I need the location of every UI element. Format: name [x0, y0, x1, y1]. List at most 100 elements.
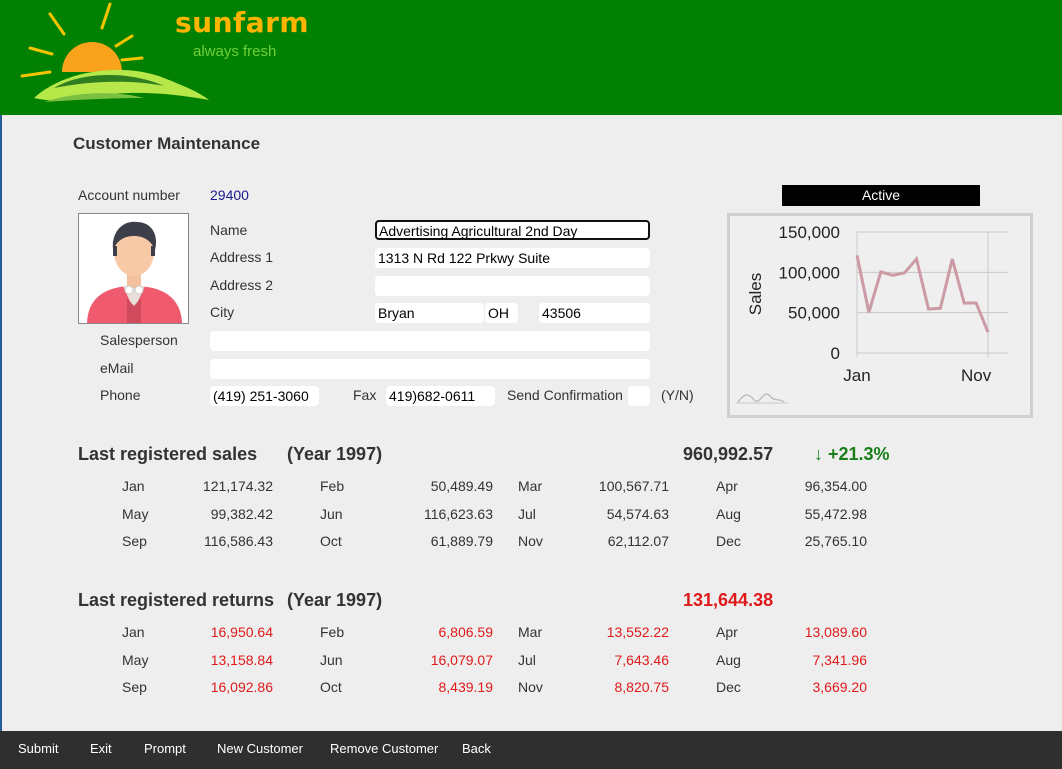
phone-label: Phone: [100, 387, 141, 403]
chart-x-tick-label: Nov: [961, 366, 992, 385]
returns-month-label: Jan: [122, 624, 145, 640]
chart-y-tick-label: 100,000: [779, 263, 840, 282]
send-confirmation-field[interactable]: [628, 386, 650, 406]
returns-month-value: 13,089.60: [804, 624, 867, 640]
person-icon: [79, 214, 188, 323]
back-button[interactable]: Back: [462, 731, 491, 769]
sales-month-label: Apr: [716, 478, 738, 494]
send-confirmation-hint: (Y/N): [661, 387, 694, 403]
phone-field[interactable]: (419) 251-3060: [210, 386, 319, 406]
sales-month-label: Feb: [320, 478, 345, 494]
sales-month-label: Mar: [518, 478, 543, 494]
sales-month-value: 116,623.63: [423, 505, 493, 522]
address2-field[interactable]: [375, 276, 650, 296]
state-field[interactable]: OH: [485, 303, 518, 323]
returns-total: 131,644.38: [683, 590, 774, 610]
sales-month-value: 25,765.10: [804, 533, 867, 549]
returns-month-label: Mar: [518, 624, 543, 640]
returns-month-label: May: [122, 651, 149, 668]
brand-tagline: always fresh: [193, 43, 277, 60]
address2-label: Address 2: [210, 277, 274, 293]
returns-month-label: Sep: [122, 679, 147, 695]
prompt-button[interactable]: Prompt: [144, 731, 186, 769]
brand-name: sunfarm: [175, 6, 310, 39]
sales-section-title: Last registered sales: [78, 444, 258, 464]
returns-month-label: Nov: [518, 679, 543, 695]
returns-month-value: 6,806.59: [438, 624, 494, 640]
returns-month-value: 8,439.19: [438, 679, 494, 695]
sales-month-value: 61,889.79: [430, 533, 493, 549]
returns-month-label: Jul: [518, 651, 536, 668]
page-title: Customer Maintenance: [73, 134, 261, 153]
returns-month-value: 13,158.84: [210, 651, 273, 668]
city-field[interactable]: Bryan: [375, 303, 484, 323]
remove-customer-button[interactable]: Remove Customer: [330, 731, 438, 769]
account-number-value: 29400: [210, 187, 249, 203]
city-label: City: [210, 304, 235, 320]
customer-avatar: [78, 213, 189, 324]
chart-thumbnail-icon: [736, 393, 788, 404]
sales-month-value: 54,574.63: [606, 505, 669, 522]
sales-month-value: 100,567.71: [598, 478, 669, 494]
sales-month-label: May: [122, 505, 149, 522]
sales-month-label: Jan: [122, 478, 145, 494]
returns-year: (Year 1997): [287, 590, 383, 610]
sales-month-value: 99,382.42: [210, 505, 273, 522]
chart-y-tick-label: 50,000: [788, 304, 840, 323]
sales-month-label: Dec: [716, 533, 741, 549]
new-customer-button[interactable]: New Customer: [217, 731, 303, 769]
email-label: eMail: [100, 360, 134, 376]
chart-y-tick-label: 150,000: [779, 223, 840, 242]
email-field[interactable]: [210, 359, 650, 379]
sales-chart: 150,000 100,000 50,000 0 Jan Nov Sales: [727, 213, 1033, 418]
status-badge: Active: [782, 185, 980, 206]
sales-month-value: 50,489.49: [430, 478, 493, 494]
address1-label: Address 1: [210, 249, 274, 265]
sales-month-label: Jun: [320, 505, 343, 522]
app-header: sunfarm always fresh: [0, 0, 1062, 115]
sales-month-label: Oct: [320, 533, 342, 549]
returns-month-value: 13,552.22: [606, 624, 669, 640]
chart-y-tick-label: 0: [831, 344, 840, 363]
sales-series-line: [855, 254, 990, 333]
fax-label: Fax: [353, 387, 377, 403]
name-label: Name: [210, 222, 248, 238]
sales-month-value: 62,112.07: [607, 533, 669, 549]
sales-month-value: 121,174.32: [202, 478, 273, 494]
sales-month-label: Nov: [518, 533, 543, 549]
footer-toolbar: Submit Exit Prompt New Customer Remove C…: [0, 731, 1062, 769]
returns-month-label: Jun: [320, 651, 343, 668]
returns-month-value: 3,669.20: [812, 679, 868, 695]
sales-month-value: 116,586.43: [203, 533, 273, 549]
chart-x-tick-label: Jan: [843, 366, 870, 385]
returns-month-value: 7,341.96: [812, 651, 868, 668]
returns-month-label: Aug: [716, 651, 741, 668]
returns-month-value: 7,643.46: [614, 651, 670, 668]
salesperson-field[interactable]: [210, 331, 650, 351]
returns-month-label: Feb: [320, 624, 345, 640]
returns-month-value: 8,820.75: [614, 679, 670, 695]
sales-total: 960,992.57: [683, 444, 774, 464]
sales-trend: ↓ +21.3%: [814, 444, 890, 464]
sales-month-label: Jul: [518, 505, 536, 522]
sales-chart-svg: 150,000 100,000 50,000 0 Jan Nov Sales: [736, 223, 1008, 404]
name-field[interactable]: Advertising Agricultural 2nd Day: [375, 220, 650, 240]
account-number-label: Account number: [78, 187, 180, 203]
returns-month-label: Dec: [716, 679, 741, 695]
sales-month-label: Aug: [716, 505, 741, 522]
address1-field[interactable]: 1313 N Rd 122 Prkwy Suite: [375, 248, 650, 268]
submit-button[interactable]: Submit: [18, 731, 58, 769]
returns-month-value: 16,950.64: [210, 624, 273, 640]
returns-month-value: 16,079.07: [430, 651, 493, 668]
returns-month-label: Apr: [716, 624, 738, 640]
salesperson-label: Salesperson: [100, 332, 178, 348]
returns-month-value: 16,092.86: [210, 679, 273, 695]
fax-field[interactable]: 419)682-0611: [386, 386, 495, 406]
zip-field[interactable]: 43506: [539, 303, 650, 323]
returns-section-title: Last registered returns: [78, 590, 275, 610]
sales-month-label: Sep: [122, 533, 147, 549]
sales-year: (Year 1997): [287, 444, 383, 464]
exit-button[interactable]: Exit: [90, 731, 112, 769]
sales-month-value: 96,354.00: [804, 478, 867, 494]
sales-month-value: 55,472.98: [804, 505, 867, 522]
